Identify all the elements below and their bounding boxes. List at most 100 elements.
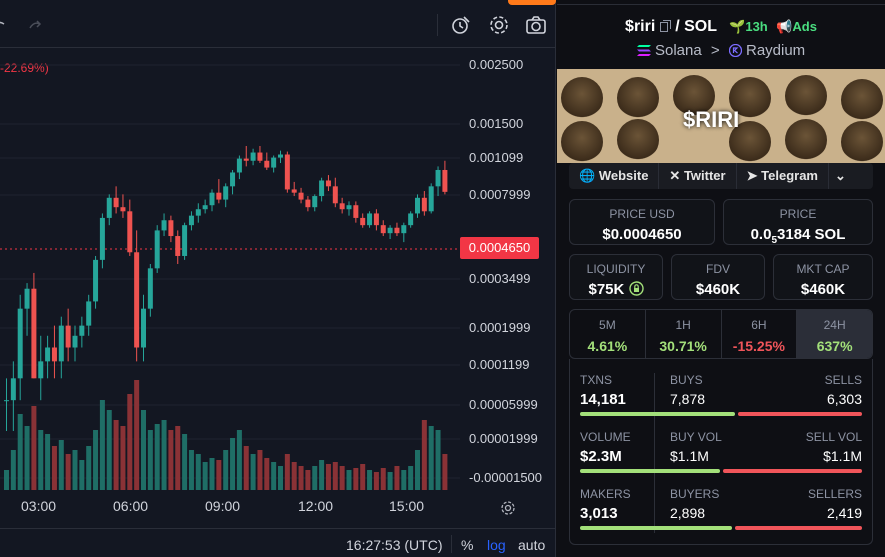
- trade-stats: TXNS 14,181 BUYS 7,878 SELLS 6,303 VOLUM…: [569, 359, 873, 545]
- candle-body: [58, 325, 64, 362]
- undo-icon[interactable]: [0, 18, 6, 32]
- candle-body: [17, 308, 23, 379]
- timeframe-change: -15.25%: [732, 338, 785, 354]
- stats-divider: [654, 373, 655, 533]
- timeframe-label: 6H: [751, 318, 767, 332]
- candle-body: [257, 152, 263, 161]
- network-name[interactable]: Solana: [655, 42, 702, 59]
- liquidity-label: LIQUIDITY: [586, 262, 646, 276]
- alert-clock-icon[interactable]: [450, 14, 472, 36]
- telegram-link[interactable]: ➤ Telegram: [737, 163, 829, 189]
- log-toggle[interactable]: log: [487, 537, 506, 553]
- candle-body: [216, 192, 222, 200]
- volume-bar: [319, 460, 325, 490]
- price-usd-card: PRICE USD $0.0004650: [569, 199, 715, 245]
- candle-body: [10, 378, 16, 401]
- x-tick-label: 06:00: [113, 498, 149, 514]
- volume-bar: [387, 472, 393, 490]
- y-tick-label: 0.001099: [469, 150, 524, 165]
- candle-body: [250, 152, 256, 161]
- chart-pane[interactable]: -22.69%) 0.002500 0.001500 0.001099 0.00079…: [0, 0, 556, 557]
- more-links-button[interactable]: ⌄: [829, 163, 852, 189]
- candle-body: [45, 347, 51, 362]
- candle-body: [373, 213, 379, 226]
- makers-label: MAKERS: [580, 487, 631, 501]
- buys-label: BUYS: [670, 373, 703, 387]
- volume-bar: [106, 410, 112, 490]
- candle-body: [442, 169, 448, 192]
- price-sol-suffix: 3184 SOL: [777, 226, 846, 243]
- candle-body: [415, 197, 420, 214]
- timeframe-tab-1h[interactable]: 1H 30.71%: [646, 310, 722, 358]
- chart-bottom-bar: 16:27:53 (UTC) % log auto: [0, 528, 556, 557]
- timeframe-tab-5m[interactable]: 5M 4.61%: [570, 310, 646, 358]
- axis-settings-icon[interactable]: [500, 500, 516, 516]
- sells-bar: [738, 412, 862, 416]
- candle-body: [79, 325, 85, 336]
- twitter-label: Twitter: [683, 168, 726, 183]
- buyers-value: 2,898: [670, 505, 706, 521]
- candle-body: [72, 335, 78, 348]
- volume-bar: [154, 424, 160, 490]
- pair-age: 🌱13h: [729, 19, 768, 34]
- candle-body: [86, 301, 92, 326]
- volume-bar: [45, 434, 51, 490]
- mktcap-card: MKT CAP $460K: [773, 254, 873, 300]
- volume-bar: [230, 438, 236, 490]
- volume-bar: [141, 410, 146, 490]
- volume-value: $2.3M: [580, 448, 622, 465]
- timeframe-tab-6h[interactable]: 6H -15.25%: [722, 310, 798, 358]
- mktcap-value: $460K: [800, 281, 846, 298]
- volume-bar: [367, 470, 373, 490]
- liquidity-amount: $75K: [588, 281, 625, 298]
- volume-bar: [264, 458, 270, 490]
- website-link[interactable]: 🌐 Website: [569, 163, 660, 189]
- candle-body: [360, 217, 366, 226]
- x-tick-label: 12:00: [298, 498, 334, 514]
- percent-toggle[interactable]: %: [461, 537, 473, 553]
- cat-tile: [561, 121, 603, 163]
- globe-icon: 🌐: [579, 168, 596, 183]
- candle-body: [175, 236, 181, 256]
- auto-toggle[interactable]: auto: [518, 537, 545, 553]
- timeframe-label: 1H: [675, 318, 691, 332]
- volume-bar: [182, 434, 188, 490]
- y-tick-label: 0.001500: [469, 116, 524, 131]
- lock-icon[interactable]: [628, 281, 644, 296]
- volume-bar: [175, 426, 181, 490]
- price-usd-label: PRICE USD: [609, 207, 675, 221]
- x-tick-label: 03:00: [21, 498, 57, 514]
- cat-tile: [561, 77, 603, 119]
- twitter-link[interactable]: ✕ Twitter: [659, 163, 737, 189]
- timeframe-tabs: 5M 4.61% 1H 30.71% 6H -15.25% 24H 637%: [569, 309, 873, 359]
- candle-body: [209, 192, 215, 206]
- settings-gear-icon[interactable]: [488, 14, 510, 36]
- candle-body: [182, 225, 188, 256]
- candle-body: [154, 230, 160, 269]
- volume-bar: [223, 450, 229, 490]
- timeframe-tab-24h[interactable]: 24H 637%: [797, 310, 872, 358]
- candle-body: [120, 207, 126, 212]
- dex-name[interactable]: Raydium: [746, 42, 805, 59]
- volume-bar: [325, 464, 331, 490]
- candle-body: [113, 197, 119, 208]
- candle-body: [243, 158, 249, 161]
- volume-bar: [291, 462, 297, 490]
- volume-bar: [195, 454, 201, 490]
- volume-bar: [99, 400, 105, 490]
- cat-tile: [841, 121, 883, 163]
- volume-bar: [284, 454, 290, 490]
- copy-icon[interactable]: [659, 20, 671, 32]
- y-tick-label: 0.00005999: [469, 397, 538, 412]
- candle-body: [319, 180, 325, 197]
- candle-body: [271, 157, 277, 168]
- ads-badge[interactable]: 📢Ads: [776, 19, 817, 34]
- y-tick-label: 0.0001999: [469, 320, 531, 335]
- candle-body: [65, 325, 71, 348]
- redo-icon[interactable]: [28, 18, 42, 32]
- sellers-bar: [735, 526, 862, 530]
- camera-icon[interactable]: [525, 14, 547, 36]
- volume-bar: [339, 466, 345, 490]
- candle-body: [339, 203, 345, 210]
- volume-bar: [298, 466, 304, 490]
